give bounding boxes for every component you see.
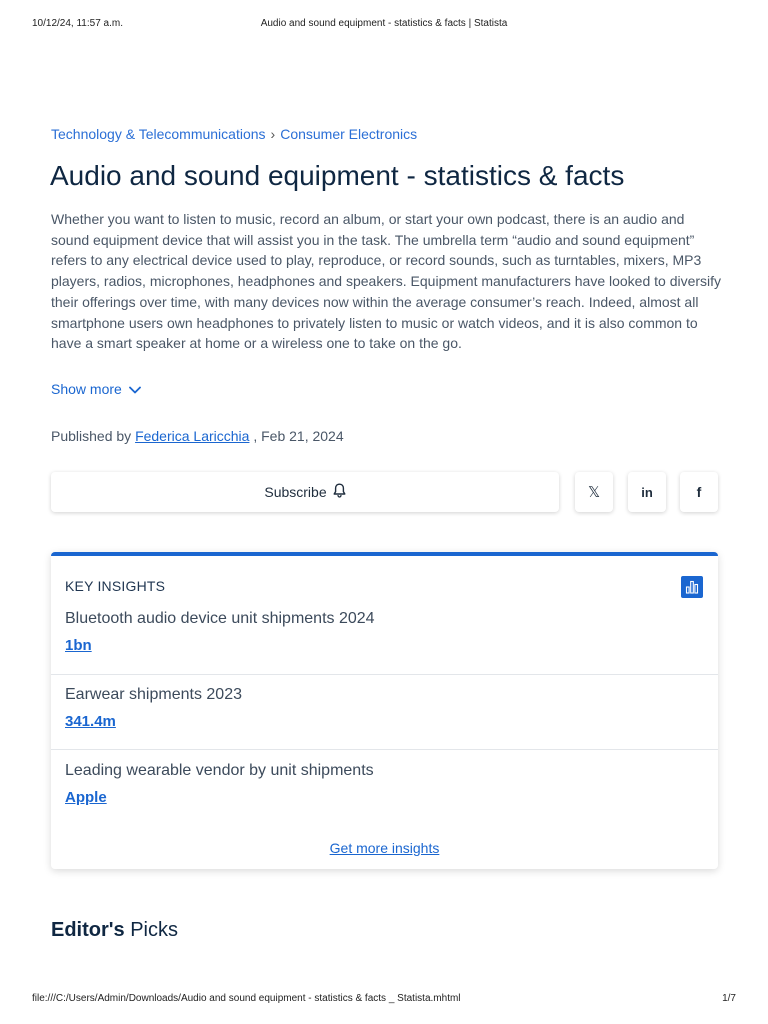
breadcrumb-link-consumer-electronics[interactable]: Consumer Electronics: [280, 126, 417, 142]
print-page-number: 1/7: [722, 993, 736, 1004]
share-facebook-button[interactable]: f: [680, 472, 718, 512]
insight-value-link[interactable]: Apple: [65, 789, 718, 806]
print-footer: file:///C:/Users/Admin/Downloads/Audio a…: [32, 993, 736, 1007]
insight-value-link[interactable]: 1bn: [65, 637, 718, 654]
insight-value-link[interactable]: 341.4m: [65, 713, 718, 730]
linkedin-icon: in: [641, 484, 653, 500]
show-more-label: Show more: [51, 381, 122, 397]
get-more-insights-link[interactable]: Get more insights: [51, 840, 718, 856]
topic-description: Whether you want to listen to music, rec…: [51, 211, 722, 352]
breadcrumb: Technology & Telecommunications › Consumer…: [51, 126, 417, 142]
share-row: Subscribe 𝕏 in f: [51, 472, 718, 512]
print-header: 10/12/24, 11:57 a.m. Audio and sound equ…: [32, 18, 736, 32]
breadcrumb-separator: ›: [270, 126, 276, 142]
bar-chart-icon[interactable]: [681, 576, 703, 598]
insight-item: Earwear shipments 2023 341.4m: [51, 674, 718, 730]
page-title: Audio and sound equipment - statistics &…: [50, 160, 625, 191]
subscribe-label: Subscribe: [264, 484, 327, 500]
show-more-button[interactable]: Show more: [51, 381, 141, 397]
breadcrumb-link-technology[interactable]: Technology & Telecommunications: [51, 126, 266, 142]
editors-picks-bold: Editor's: [51, 919, 125, 941]
insight-label: Earwear shipments 2023: [65, 686, 242, 703]
x-icon: 𝕏: [587, 484, 601, 501]
author-link[interactable]: Federica Laricchia: [135, 428, 249, 444]
facebook-icon: f: [696, 484, 702, 500]
print-page-title: Audio and sound equipment - statistics &…: [260, 18, 508, 29]
chevron-down-icon: [128, 381, 141, 397]
key-insights-heading: KEY INSIGHTS: [65, 578, 166, 594]
insight-label: Bluetooth audio device unit shipments 20…: [65, 610, 375, 627]
subscribe-button[interactable]: Subscribe: [51, 472, 559, 512]
share-x-button[interactable]: 𝕏: [575, 472, 613, 512]
bell-icon: [333, 483, 346, 501]
print-file-path: file:///C:/Users/Admin/Downloads/Audio a…: [32, 993, 461, 1004]
published-prefix: Published by: [51, 428, 132, 444]
insight-item: Bluetooth audio device unit shipments 20…: [51, 610, 718, 654]
published-date: , Feb 21, 2024: [253, 428, 344, 444]
editors-picks-heading: Editor's Picks: [51, 919, 178, 942]
insight-item: Leading wearable vendor by unit shipment…: [51, 749, 718, 806]
key-insights-card: KEY INSIGHTS Bluetooth audio device unit…: [51, 552, 718, 869]
insight-label: Leading wearable vendor by unit shipment…: [65, 762, 374, 779]
editors-picks-rest: Picks: [124, 919, 178, 941]
share-linkedin-button[interactable]: in: [628, 472, 666, 512]
published-line: Published by Federica Laricchia , Feb 21…: [51, 428, 344, 444]
